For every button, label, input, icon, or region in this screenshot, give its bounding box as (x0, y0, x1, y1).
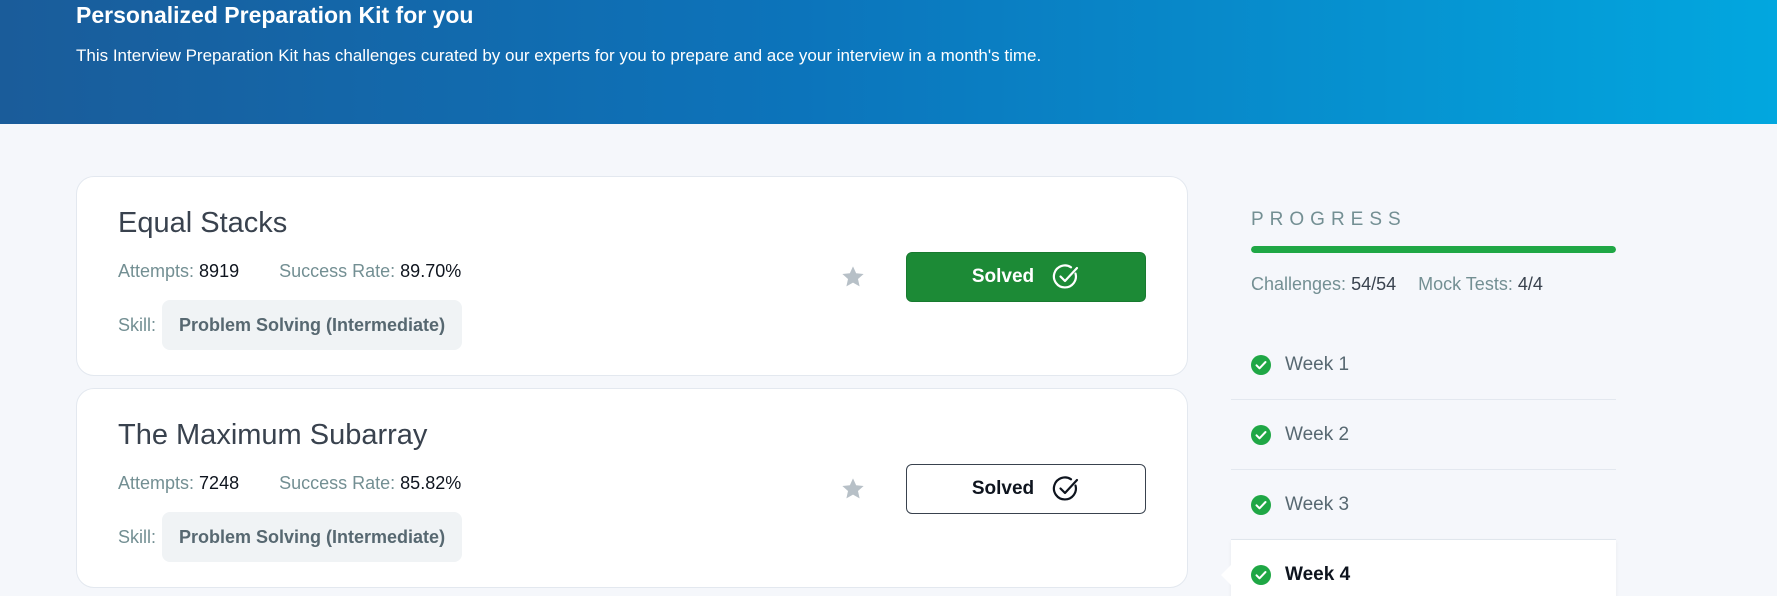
challenge-meta: Attempts: 8919 Success Rate: 89.70% (118, 261, 461, 282)
week-item[interactable]: Week 2 (1231, 400, 1616, 470)
check-badge-icon (1251, 354, 1271, 375)
mock-tests-stat: Mock Tests: 4/4 (1418, 274, 1543, 295)
banner-title: Personalized Preparation Kit for you (76, 2, 474, 28)
solved-button-label: Solved (971, 266, 1035, 287)
mock-tests-value: 4/4 (1517, 274, 1543, 294)
attempts-label: Attempts: (118, 261, 195, 281)
progress-bar-fill (1251, 246, 1616, 253)
check-circle-icon (1052, 476, 1079, 501)
solved-button[interactable]: Solved (906, 464, 1146, 514)
challenges-label: Challenges: (1251, 274, 1347, 294)
success-rate-value: 85.82% (400, 473, 462, 493)
challenge-card[interactable]: Equal Stacks Attempts: 8919 Success Rate… (76, 176, 1188, 376)
challenge-card[interactable]: The Maximum Subarray Attempts: 7248 Succ… (76, 388, 1188, 588)
mock-tests-label: Mock Tests: (1418, 274, 1513, 294)
challenge-meta: Attempts: 7248 Success Rate: 85.82% (118, 473, 461, 494)
attempts-value: 8919 (199, 261, 240, 281)
week-label: Week 1 (1285, 353, 1350, 375)
skill-chip: Problem Solving (Intermediate) (162, 300, 463, 350)
attempts-value: 7248 (199, 473, 240, 493)
success-rate-value: 89.70% (400, 261, 462, 281)
week-item-active[interactable]: Week 4 (1221, 540, 1616, 596)
check-circle-icon (1052, 264, 1079, 289)
attempts: Attempts: 8919 (118, 261, 239, 282)
kit-banner: Personalized Preparation Kit for you Thi… (0, 0, 1777, 124)
week-label: Week 3 (1285, 493, 1350, 515)
challenge-title[interactable]: The Maximum Subarray (118, 419, 427, 452)
progress-stats: Challenges: 54/54 Mock Tests: 4/4 (1251, 274, 1543, 295)
week-list: Week 1 Week 2 Week 3 Week 4 (1221, 330, 1616, 596)
progress-bar (1251, 246, 1616, 253)
check-badge-icon (1251, 424, 1271, 445)
skill-row: Skill: Problem Solving (Intermediate) (118, 512, 463, 562)
skill-label: Skill: (118, 314, 157, 335)
banner-subtitle: This Interview Preparation Kit has chall… (76, 46, 1042, 65)
star-icon[interactable] (840, 476, 866, 502)
attempts: Attempts: 7248 (118, 473, 239, 494)
skill-label: Skill: (118, 526, 157, 547)
success-rate-label: Success Rate: (279, 261, 396, 281)
check-badge-icon (1251, 494, 1271, 515)
success-rate-label: Success Rate: (279, 473, 396, 493)
solved-button-label: Solved (971, 478, 1035, 499)
star-icon[interactable] (840, 264, 866, 290)
progress-heading: PROGRESS (1251, 209, 1407, 230)
week-label: Week 2 (1285, 423, 1350, 445)
skill-row: Skill: Problem Solving (Intermediate) (118, 300, 463, 350)
solved-button[interactable]: Solved (906, 252, 1146, 302)
success-rate: Success Rate: 85.82% (279, 473, 461, 494)
challenges-value: 54/54 (1351, 274, 1397, 294)
week-item[interactable]: Week 3 (1231, 470, 1616, 540)
week-label: Week 4 (1285, 564, 1351, 585)
challenges-stat: Challenges: 54/54 (1251, 274, 1396, 295)
success-rate: Success Rate: 89.70% (279, 261, 461, 282)
challenge-title[interactable]: Equal Stacks (118, 207, 287, 240)
skill-chip: Problem Solving (Intermediate) (162, 512, 463, 562)
attempts-label: Attempts: (118, 473, 195, 493)
week-item[interactable]: Week 1 (1231, 330, 1616, 400)
check-badge-icon (1251, 565, 1271, 585)
